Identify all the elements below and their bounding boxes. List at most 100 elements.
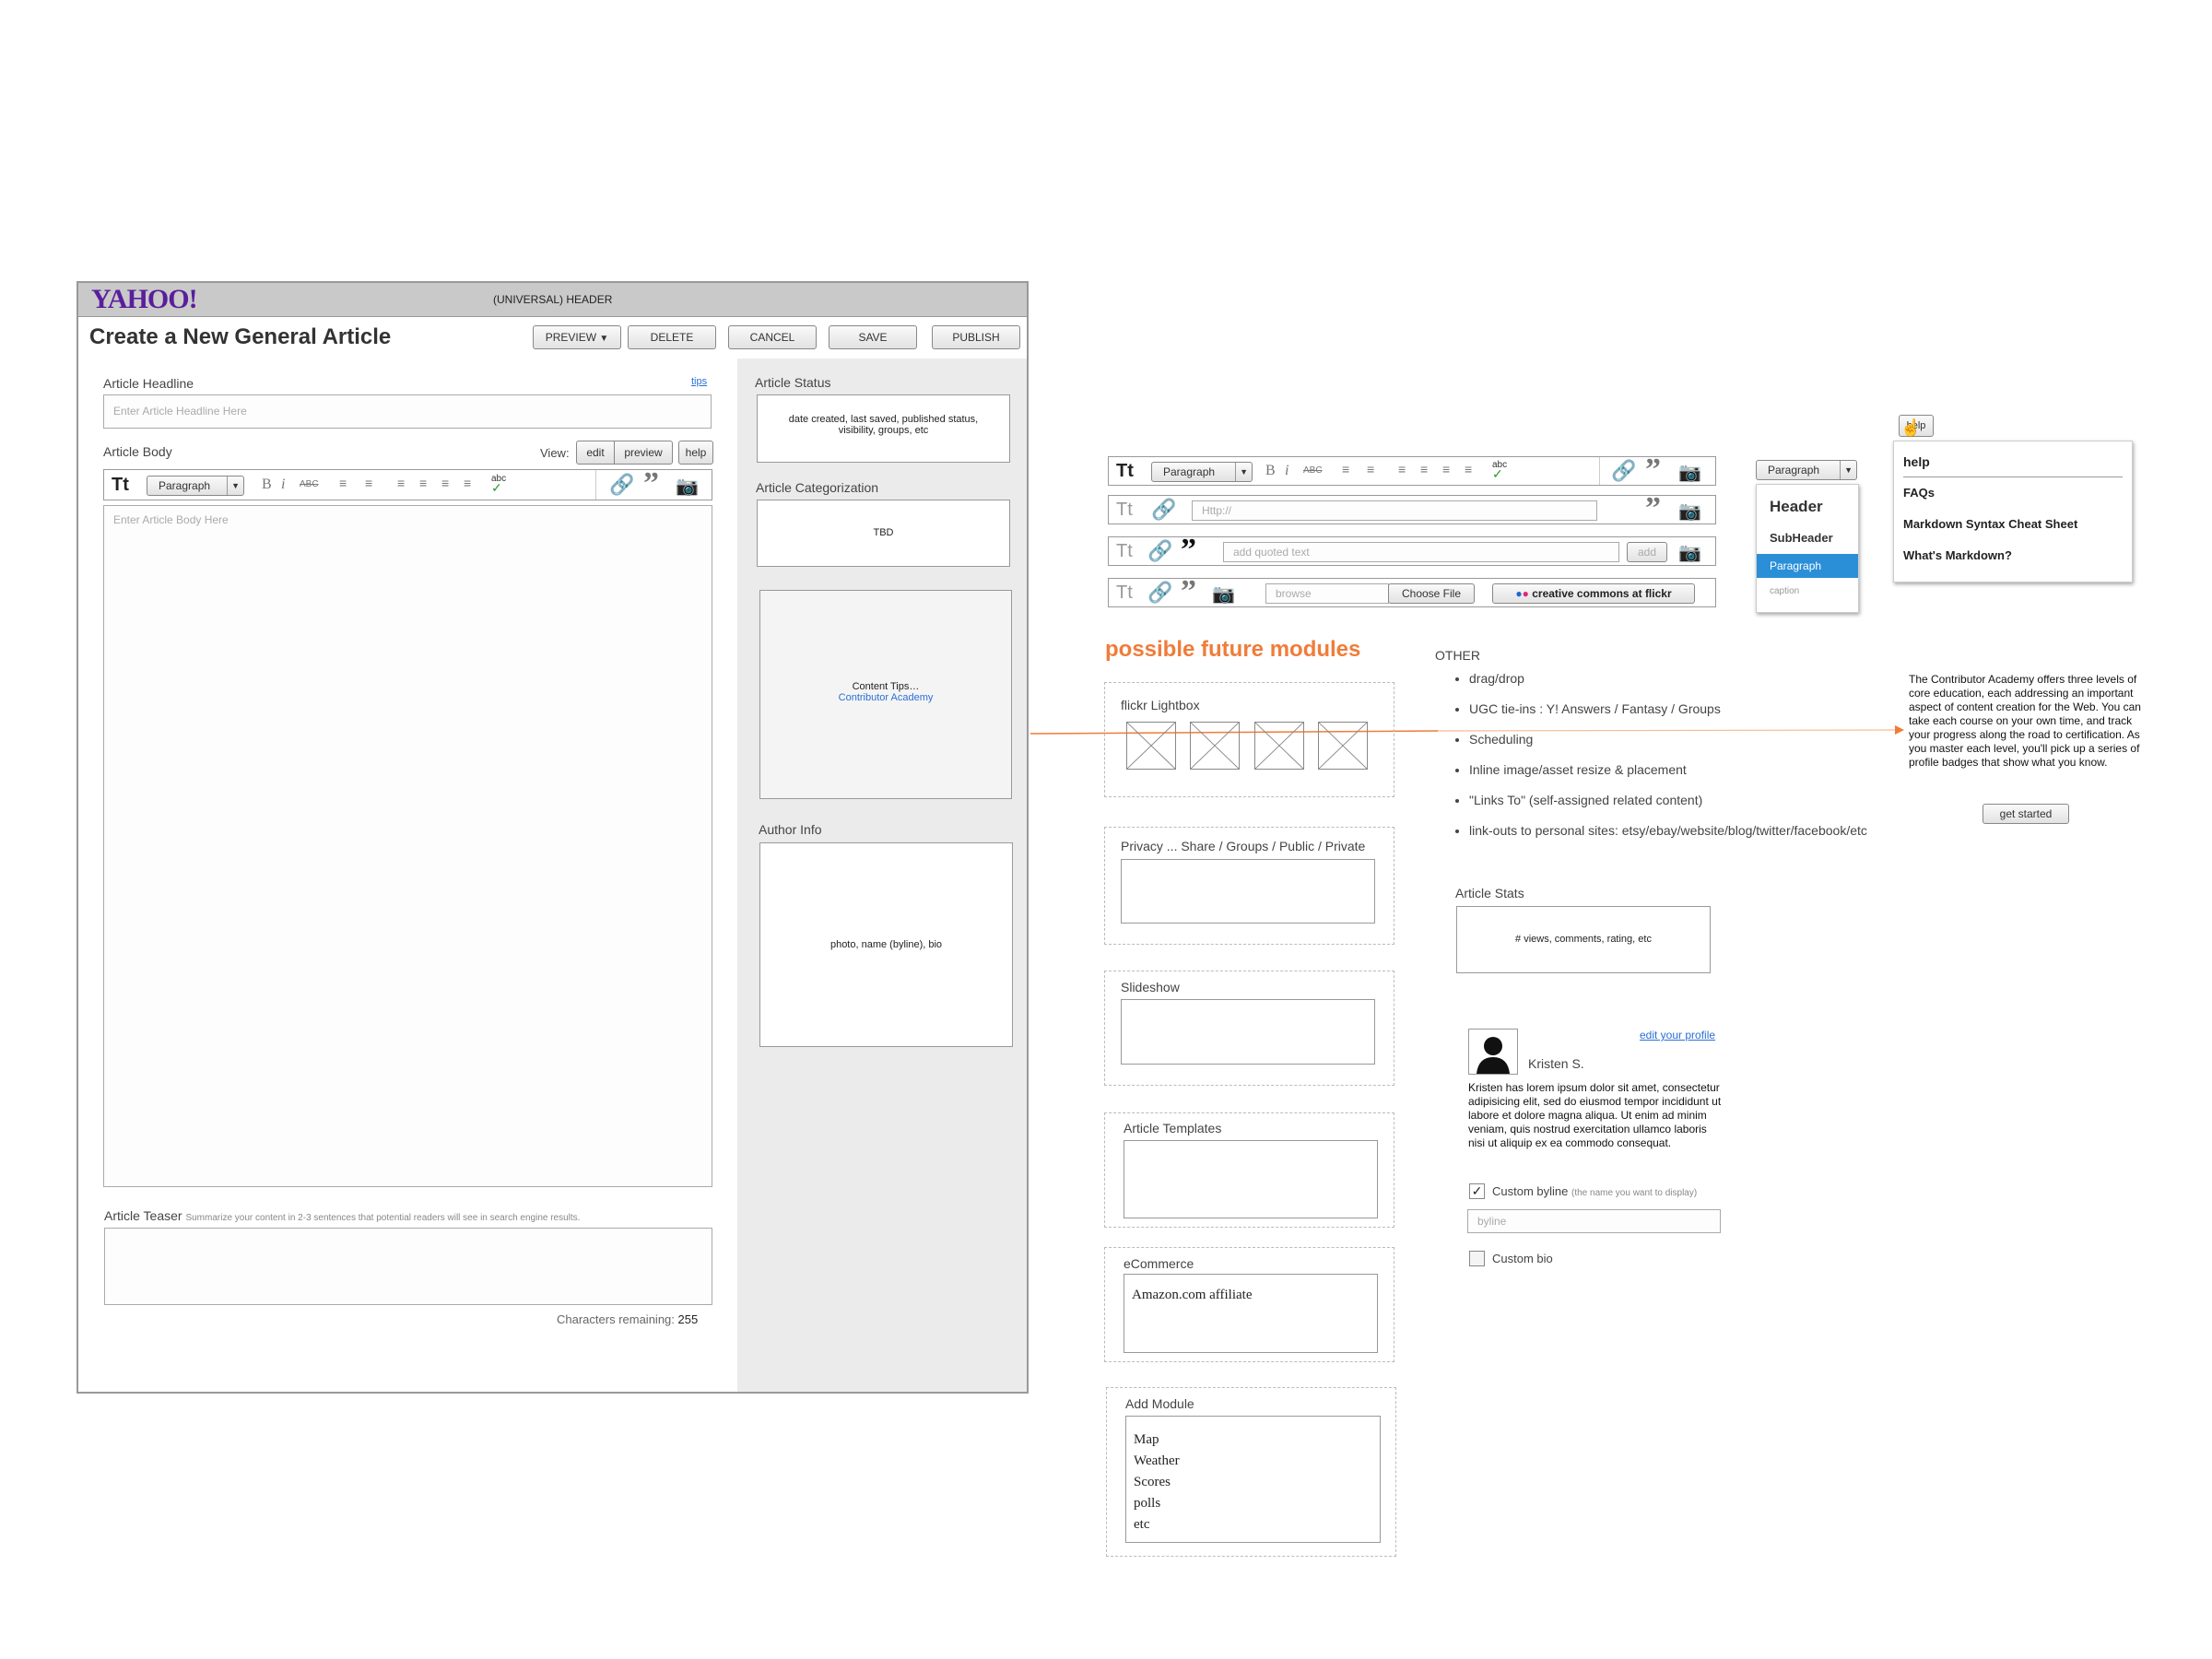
url-input[interactable]: Http:// xyxy=(1192,500,1597,521)
italic-icon[interactable]: i xyxy=(1285,463,1288,479)
toolbar-divider xyxy=(1599,457,1600,485)
module-add-item[interactable]: Map xyxy=(1134,1430,1372,1451)
format-option-paragraph[interactable]: Paragraph xyxy=(1757,554,1858,578)
custom-bio-checkbox[interactable] xyxy=(1469,1251,1485,1266)
custom-bio-label: Custom bio xyxy=(1492,1252,1553,1265)
module-ecommerce-label: eCommerce xyxy=(1124,1256,1194,1271)
module-add-item[interactable]: polls xyxy=(1134,1493,1372,1514)
flickr-icon: ● xyxy=(1515,587,1523,600)
other-item: link-outs to personal sites: etsy/ebay/w… xyxy=(1469,824,1948,838)
text-style-icon[interactable]: Tt xyxy=(1116,500,1133,521)
module-slideshow-label: Slideshow xyxy=(1121,980,1180,994)
module-templates-label: Article Templates xyxy=(1124,1121,1222,1135)
help-item-cheat-sheet[interactable]: Markdown Syntax Cheat Sheet xyxy=(1903,517,2077,531)
format-option-paragraph-label: Paragraph xyxy=(1770,559,1822,572)
link-icon[interactable]: 🔗 xyxy=(1147,539,1172,563)
bullet-list-icon[interactable]: ≡ xyxy=(1342,462,1349,477)
toolbar-variant-default: Tt Paragraph ▼ B i ABC ≡ ≡ ≡ ≡ ≡ ≡ abc ✓ … xyxy=(1108,453,1716,488)
module-add-label: Add Module xyxy=(1125,1396,1194,1411)
user-silhouette-icon xyxy=(1477,1037,1510,1074)
other-item: drag/drop xyxy=(1469,672,1948,686)
help-item-whats-markdown[interactable]: What's Markdown? xyxy=(1903,548,2012,562)
edit-profile-link[interactable]: edit your profile xyxy=(1640,1029,1715,1041)
other-list: drag/drop UGC tie-ins : Y! Answers / Fan… xyxy=(1430,672,1948,854)
align-right-icon[interactable]: ≡ xyxy=(1442,462,1450,477)
custom-byline-checkbox[interactable]: ✓ xyxy=(1469,1183,1485,1199)
module-privacy-box[interactable] xyxy=(1121,859,1375,924)
module-privacy-label: Privacy ... Share / Groups / Public / Pr… xyxy=(1121,839,1366,853)
avatar[interactable] xyxy=(1468,1029,1518,1075)
module-add-item[interactable]: Scores xyxy=(1134,1472,1372,1493)
strikethrough-icon[interactable]: ABC xyxy=(1303,465,1323,476)
numbered-list-icon[interactable]: ≡ xyxy=(1367,462,1374,477)
module-templates-box[interactable] xyxy=(1124,1140,1378,1218)
browse-input[interactable]: browse xyxy=(1265,583,1389,604)
toolbar-variant-quote: Tt 🔗 ” add quoted text add 📷 xyxy=(1108,533,1716,568)
quote-icon[interactable]: ” xyxy=(1181,574,1196,609)
quote-icon[interactable]: ” xyxy=(1645,453,1661,488)
future-modules-title: possible future modules xyxy=(1105,637,1361,662)
camera-icon[interactable]: 📷 xyxy=(1678,541,1701,564)
chevron-down-icon: ▼ xyxy=(1840,461,1853,479)
custom-byline-label: Custom byline xyxy=(1492,1184,1569,1198)
help-item-faqs[interactable]: FAQs xyxy=(1903,486,1935,500)
format-option-header[interactable]: Header xyxy=(1770,498,1823,516)
module-ecommerce-box[interactable]: Amazon.com affiliate xyxy=(1124,1274,1378,1353)
text-style-icon[interactable]: Tt xyxy=(1116,461,1134,482)
stats-text: # views, comments, rating, etc xyxy=(1515,934,1652,945)
format-option-caption[interactable]: caption xyxy=(1770,586,1799,596)
help-menu-title: help xyxy=(1903,454,1930,469)
spellcheck-icon[interactable]: abc ✓ xyxy=(1492,460,1507,481)
other-item: Scheduling xyxy=(1469,733,1948,747)
flickr-icon-pink: ● xyxy=(1522,587,1529,600)
flickr-label: creative commons at flickr xyxy=(1532,587,1672,600)
other-title: OTHER xyxy=(1435,648,1480,663)
choose-file-button[interactable]: Choose File xyxy=(1388,583,1475,604)
academy-text: The Contributor Academy offers three lev… xyxy=(1909,673,2141,769)
module-ecommerce-text: Amazon.com affiliate xyxy=(1132,1288,1253,1302)
other-item: Inline image/asset resize & placement xyxy=(1469,763,1948,777)
camera-icon[interactable]: 📷 xyxy=(1678,461,1701,484)
byline-input[interactable]: byline xyxy=(1467,1209,1721,1233)
text-style-icon[interactable]: Tt xyxy=(1116,541,1133,562)
align-left-icon[interactable]: ≡ xyxy=(1398,462,1406,477)
module-lightbox-label: flickr Lightbox xyxy=(1121,698,1200,712)
module-add-item[interactable]: etc xyxy=(1134,1514,1372,1535)
text-style-icon[interactable]: Tt xyxy=(1116,582,1133,604)
align-justify-icon[interactable]: ≡ xyxy=(1465,462,1472,477)
profile-name: Kristen S. xyxy=(1528,1056,1584,1071)
flickr-button[interactable]: ●● creative commons at flickr xyxy=(1492,583,1695,604)
quote-icon[interactable]: ” xyxy=(1181,533,1196,568)
profile-bio: Kristen has lorem ipsum dolor sit amet, … xyxy=(1468,1081,1722,1149)
image-placeholder[interactable] xyxy=(1126,722,1176,770)
image-placeholder[interactable] xyxy=(1190,722,1240,770)
link-icon[interactable]: 🔗 xyxy=(1151,498,1176,522)
image-placeholder[interactable] xyxy=(1254,722,1304,770)
paragraph-select[interactable]: Paragraph ▼ xyxy=(1151,462,1253,482)
camera-icon[interactable]: 📷 xyxy=(1212,582,1235,606)
help-menu: help FAQs Markdown Syntax Cheat Sheet Wh… xyxy=(1893,441,2133,582)
custom-byline-hint: (the name you want to display) xyxy=(1571,1188,1698,1198)
camera-icon[interactable]: 📷 xyxy=(1678,500,1701,523)
bold-icon[interactable]: B xyxy=(1265,463,1276,479)
browse-placeholder: browse xyxy=(1276,587,1312,600)
byline-placeholder: byline xyxy=(1477,1215,1507,1228)
quote-input[interactable]: add quoted text xyxy=(1223,542,1619,562)
link-icon[interactable]: 🔗 xyxy=(1611,459,1636,483)
module-add-item[interactable]: Weather xyxy=(1134,1451,1372,1472)
get-started-button[interactable]: get started xyxy=(1983,804,2069,824)
quote-placeholder: add quoted text xyxy=(1233,546,1310,559)
align-center-icon[interactable]: ≡ xyxy=(1420,462,1428,477)
format-select[interactable]: Paragraph ▼ xyxy=(1756,460,1857,480)
other-item: "Links To" (self-assigned related conten… xyxy=(1469,794,1948,807)
toolbar-variant-image: Tt 🔗 ” 📷 browse Choose File ●● creative … xyxy=(1108,574,1716,608)
module-slideshow-box[interactable] xyxy=(1121,999,1375,1065)
link-icon[interactable]: 🔗 xyxy=(1147,581,1172,605)
image-placeholder[interactable] xyxy=(1318,722,1368,770)
format-option-subheader[interactable]: SubHeader xyxy=(1770,531,1833,545)
add-quote-button[interactable]: add xyxy=(1627,542,1667,562)
module-add-box[interactable]: Map Weather Scores polls etc xyxy=(1125,1416,1381,1543)
url-placeholder: Http:// xyxy=(1202,504,1232,517)
quote-icon[interactable]: ” xyxy=(1645,491,1661,526)
stats-label: Article Stats xyxy=(1455,886,1524,900)
